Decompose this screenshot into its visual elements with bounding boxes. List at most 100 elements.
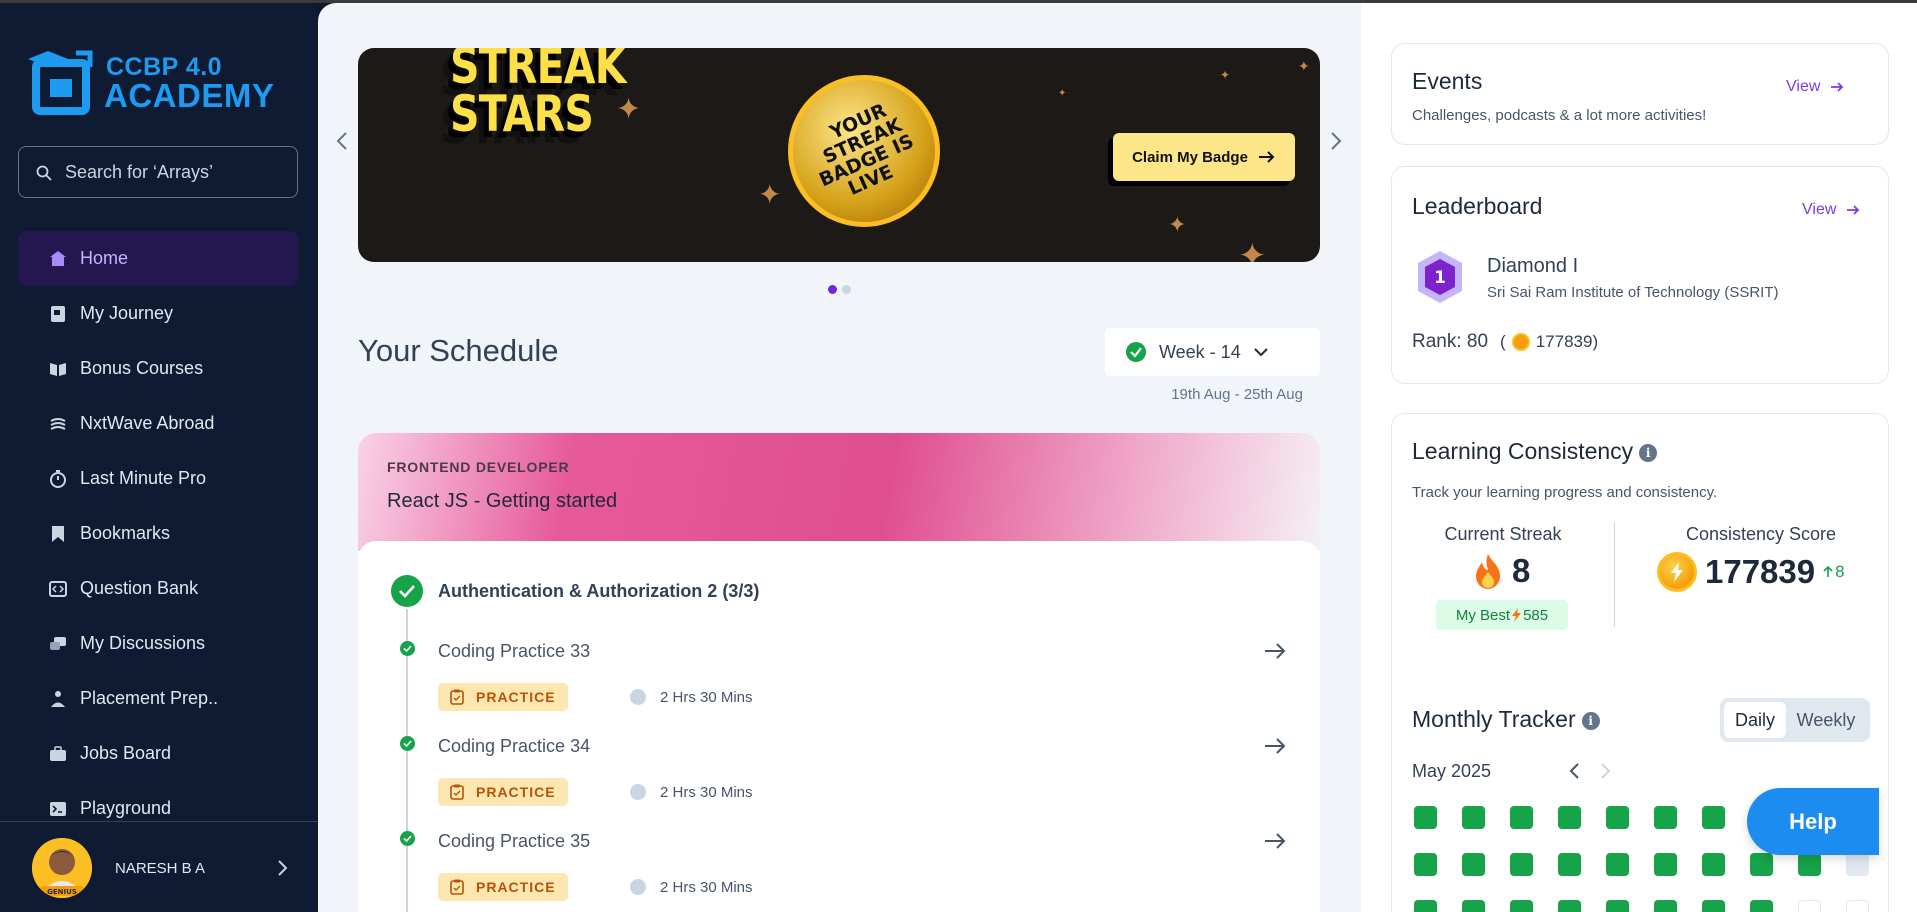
tracker-day-cell[interactable] <box>1606 853 1629 876</box>
bookmark-icon <box>48 524 68 544</box>
carousel-dot[interactable] <box>828 285 837 294</box>
sidebar-item-label: My Discussions <box>80 633 206 653</box>
weekly-toggle[interactable]: Weekly <box>1786 702 1866 738</box>
arrow-right-icon[interactable] <box>1263 829 1287 853</box>
tracker-day-cell[interactable] <box>1846 853 1869 876</box>
chevron-right-icon[interactable] <box>274 858 290 878</box>
rank-paren: ( <box>1500 332 1506 351</box>
current-streak-label: Current Streak <box>1444 524 1562 544</box>
tracker-day-cell[interactable] <box>1846 900 1869 912</box>
tracker-day-cell[interactable] <box>1750 853 1773 876</box>
tracker-day-cell[interactable] <box>1414 853 1437 876</box>
practice-tag: PRACTICE <box>438 778 568 806</box>
tier-number: 1 <box>1434 268 1446 288</box>
sidebar-item-my-discussions[interactable]: My Discussions <box>18 616 298 671</box>
unit-title: Authentication & Authorization 2 (3/3) <box>438 581 760 601</box>
sidebar-item-bookmarks[interactable]: Bookmarks <box>18 506 298 561</box>
sidebar-item-label: Playground <box>80 798 172 818</box>
claim-badge-button[interactable]: Claim My Badge <box>1113 133 1295 181</box>
sidebar-item-my-journey[interactable]: My Journey <box>18 286 298 341</box>
tracker-view-toggle: Daily Weekly <box>1720 698 1870 742</box>
tracker-day-cell[interactable] <box>1606 806 1629 829</box>
sidebar-item-nxtwave-abroad[interactable]: NxtWave Abroad <box>18 396 298 451</box>
clipboard-icon <box>450 879 464 895</box>
coin-icon <box>1511 333 1530 351</box>
chevron-right-icon[interactable] <box>1598 762 1612 780</box>
info-icon[interactable]: i <box>1581 711 1600 730</box>
item-duration: 2 Hrs 30 Mins <box>660 689 753 706</box>
clipboard-icon <box>450 784 464 800</box>
sidebar-item-label: Last Minute Pro <box>80 468 207 488</box>
tracker-day-cell[interactable] <box>1510 900 1533 912</box>
sidebar-item-label: Bookmarks <box>80 523 171 543</box>
list-item[interactable]: Coding Practice 34 PRACTICE 2 Hrs 30 Min… <box>358 728 1320 823</box>
brand-logo[interactable]: CCBP 4.0 ACADEMY <box>26 43 296 115</box>
book-icon <box>48 359 68 379</box>
tracker-day-cell[interactable] <box>1798 853 1821 876</box>
sidebar-item-label: Question Bank <box>80 578 199 598</box>
list-item[interactable]: Coding Practice 35 PRACTICE 2 Hrs 30 Min… <box>358 823 1320 912</box>
person-icon <box>48 689 68 709</box>
promo-banner[interactable]: STREAK STARS ✦ ✦ ✦ ✦ ✦ ✦ ✦ YOUR STREAK B… <box>358 48 1320 262</box>
course-name: React JS - Getting started <box>387 490 618 512</box>
my-best-badge: My Best 585 <box>1436 600 1568 630</box>
list-item[interactable]: Coding Practice 33 PRACTICE 2 Hrs 30 Min… <box>358 633 1320 728</box>
search-input[interactable] <box>18 146 298 198</box>
tracker-day-cell[interactable] <box>1654 853 1677 876</box>
info-icon[interactable]: i <box>1639 443 1658 462</box>
sidebar-item-placement-prep[interactable]: Placement Prep.. <box>18 671 298 726</box>
tracker-day-cell[interactable] <box>1798 900 1821 912</box>
leaderboard-view-link[interactable]: View <box>1802 201 1860 219</box>
tracker-day-cell[interactable] <box>1558 900 1581 912</box>
tracker-day-cell[interactable] <box>1510 806 1533 829</box>
tracker-day-cell[interactable] <box>1462 900 1485 912</box>
tracker-day-cell[interactable] <box>1702 853 1725 876</box>
carousel-next-icon[interactable] <box>1328 129 1344 153</box>
tracker-day-cell[interactable] <box>1702 900 1725 912</box>
daily-toggle[interactable]: Daily <box>1724 702 1786 738</box>
week-selector[interactable]: Week - 14 <box>1105 328 1320 376</box>
user-profile-footer[interactable]: GENIUS NARESH B A <box>0 821 318 912</box>
tracker-day-cell[interactable] <box>1558 806 1581 829</box>
sidebar: CCBP 4.0 ACADEMY Home My Journey Bonus C… <box>0 3 318 912</box>
arrow-right-icon[interactable] <box>1263 639 1287 663</box>
tracker-day-cell[interactable] <box>1702 806 1725 829</box>
check-circle-icon <box>400 736 415 751</box>
sidebar-item-question-bank[interactable]: Question Bank <box>18 561 298 616</box>
consistency-subtitle: Track your learning progress and consist… <box>1412 484 1718 501</box>
sidebar-item-label: Placement Prep.. <box>80 688 219 708</box>
tracker-day-cell[interactable] <box>1462 853 1485 876</box>
course-card-header[interactable]: FRONTEND DEVELOPER React JS - Getting st… <box>358 433 1320 551</box>
rank-row: Rank: 80 ( 177839) <box>1412 331 1598 353</box>
sidebar-item-last-minute-pro[interactable]: Last Minute Pro <box>18 451 298 506</box>
arrow-up-icon <box>1823 566 1833 577</box>
arrow-right-icon <box>1258 151 1275 163</box>
leaderboard-title: Leaderboard <box>1412 193 1543 219</box>
sidebar-item-bonus-courses[interactable]: Bonus Courses <box>18 341 298 396</box>
tracker-day-cell[interactable] <box>1558 853 1581 876</box>
tracker-day-cell[interactable] <box>1606 900 1629 912</box>
help-button[interactable]: Help <box>1747 788 1879 855</box>
tracker-day-cell[interactable] <box>1414 900 1437 912</box>
college-name: Sri Sai Ram Institute of Technology (SSR… <box>1487 284 1779 301</box>
carousel-prev-icon[interactable] <box>334 129 350 153</box>
tracker-day-cell[interactable] <box>1654 900 1677 912</box>
avatar[interactable]: GENIUS <box>32 838 92 898</box>
tracker-day-cell[interactable] <box>1750 900 1773 912</box>
chevron-left-icon[interactable] <box>1568 762 1582 780</box>
home-icon <box>48 249 68 269</box>
events-view-link[interactable]: View <box>1786 78 1844 96</box>
sidebar-item-home[interactable]: Home <box>18 231 298 286</box>
brand-logo-icon <box>28 50 93 115</box>
item-title: Coding Practice 35 <box>438 831 591 851</box>
carousel-dot[interactable] <box>842 285 851 294</box>
diamond-tier-icon: 1 <box>1418 251 1462 303</box>
tracker-day-cell[interactable] <box>1462 806 1485 829</box>
tracker-day-cell[interactable] <box>1414 806 1437 829</box>
arrow-right-icon[interactable] <box>1263 734 1287 758</box>
score-gain: 8 <box>1823 562 1845 582</box>
item-duration: 2 Hrs 30 Mins <box>660 784 753 801</box>
sidebar-item-jobs-board[interactable]: Jobs Board <box>18 726 298 781</box>
tracker-day-cell[interactable] <box>1654 806 1677 829</box>
tracker-day-cell[interactable] <box>1510 853 1533 876</box>
